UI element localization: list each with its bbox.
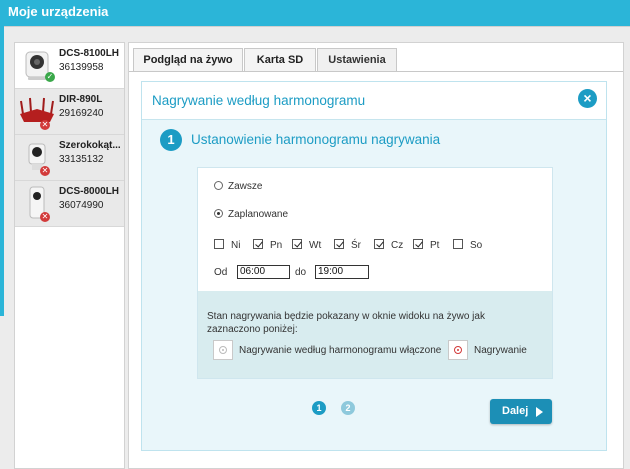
left-accent-strip [0, 26, 4, 316]
scheduled-indicator-icon [213, 340, 233, 360]
radio-button[interactable] [214, 181, 223, 190]
device-item-dcs-8100lh[interactable]: ✓ DCS-8100LH 36139958 [15, 43, 124, 89]
status-error-icon: ✕ [40, 166, 50, 176]
device-name: DCS-8000LH [59, 186, 120, 197]
status-ok-icon: ✓ [45, 72, 55, 82]
next-button[interactable]: Dalej [490, 399, 552, 424]
day-label: Ni [231, 240, 241, 251]
arrow-right-icon [536, 407, 543, 417]
tab-divider [129, 71, 623, 72]
day-label: So [470, 240, 483, 251]
next-button-label: Dalej [502, 405, 529, 417]
schedule-form: Zawsze Zaplanowane Ni Pn Wt Śr Cz Pt So … [197, 167, 553, 379]
status-info-panel: Stan nagrywania będzie pokazany w oknie … [198, 291, 552, 378]
from-label: Od [214, 267, 228, 278]
camera-icon: ✓ [18, 46, 56, 84]
device-name: Szerokokąt... [59, 140, 121, 151]
checkbox[interactable] [374, 239, 384, 249]
main-panel: Podgląd na żywo Karta SD Ustawienia Nagr… [128, 42, 624, 469]
device-item-dcs-8000lh[interactable]: ✕ DCS-8000LH 36074990 [15, 181, 124, 227]
status-error-icon: ✕ [40, 212, 50, 222]
device-serial: 33135132 [59, 154, 104, 165]
day-label: Wt [309, 240, 322, 251]
device-serial: 29169240 [59, 108, 104, 119]
close-icon[interactable]: × [578, 89, 597, 108]
step-title: Ustanowienie harmonogramu nagrywania [191, 132, 441, 147]
camera-icon: ✕ [18, 138, 56, 176]
day-label: Pn [270, 240, 283, 251]
day-label: Śr [351, 240, 361, 251]
day-checkbox-ni[interactable]: Ni [214, 239, 240, 251]
radio-always[interactable]: Zawsze [214, 181, 262, 192]
legend-label-scheduled: Nagrywanie według harmonogramu włączone [239, 345, 442, 356]
app-title: Moje urządzenia [8, 4, 109, 19]
tab-settings[interactable]: Ustawienia [317, 48, 397, 71]
page-2-indicator[interactable]: 2 [341, 401, 355, 415]
day-checkbox-so[interactable]: So [453, 239, 482, 251]
day-checkbox-pn[interactable]: Pn [253, 239, 282, 251]
checkbox[interactable] [214, 239, 224, 249]
day-label: Cz [391, 240, 404, 251]
device-serial: 36139958 [59, 62, 104, 73]
device-name: DIR-890L [59, 94, 103, 105]
day-checkbox-pt[interactable]: Pt [413, 239, 439, 251]
day-checkbox-cz[interactable]: Cz [374, 239, 403, 251]
legend-label-recording: Nagrywanie [474, 345, 527, 356]
step-number: 1 [160, 129, 182, 151]
top-bar: Moje urządzenia [0, 0, 630, 26]
device-item-szerokokat[interactable]: ✕ Szerokokąt... 33135132 [15, 135, 124, 181]
radio-label: Zaplanowane [228, 209, 289, 220]
device-list: ✓ DCS-8100LH 36139958 ✕ DIR-890L 2916924… [14, 42, 125, 469]
checkbox[interactable] [453, 239, 463, 249]
device-serial: 36074990 [59, 200, 104, 211]
radio-scheduled[interactable]: Zaplanowane [214, 209, 288, 220]
tab-sd-card[interactable]: Karta SD [244, 48, 316, 71]
device-item-dir-890l[interactable]: ✕ DIR-890L 29169240 [15, 89, 124, 135]
checkbox[interactable] [292, 239, 302, 249]
camera-icon: ✕ [18, 184, 56, 222]
page-1-indicator[interactable]: 1 [312, 401, 326, 415]
day-checkbox-sr[interactable]: Śr [334, 239, 361, 251]
radio-button[interactable] [214, 209, 223, 218]
status-error-icon: ✕ [40, 120, 50, 130]
checkbox[interactable] [413, 239, 423, 249]
day-checkbox-wt[interactable]: Wt [292, 239, 321, 251]
info-text: Stan nagrywania będzie pokazany w oknie … [207, 311, 485, 335]
legend-dot-recording [454, 346, 462, 354]
schedule-dialog: Nagrywanie według harmonogramu × 1 Ustan… [141, 81, 607, 451]
from-time-input[interactable]: 06:00 [237, 265, 290, 279]
radio-label: Zawsze [228, 181, 263, 192]
tab-live-view[interactable]: Podgląd na żywo [133, 48, 243, 71]
day-label: Pt [430, 240, 440, 251]
dialog-title: Nagrywanie według harmonogramu [152, 93, 366, 108]
dialog-header: Nagrywanie według harmonogramu × [142, 82, 606, 120]
router-icon: ✕ [18, 92, 56, 130]
recording-indicator-icon [448, 340, 468, 360]
checkbox[interactable] [334, 239, 344, 249]
to-time-input[interactable]: 19:00 [315, 265, 369, 279]
legend-dot-scheduled [219, 346, 227, 354]
device-name: DCS-8100LH [59, 48, 120, 59]
checkbox[interactable] [253, 239, 263, 249]
to-label: do [295, 267, 307, 278]
